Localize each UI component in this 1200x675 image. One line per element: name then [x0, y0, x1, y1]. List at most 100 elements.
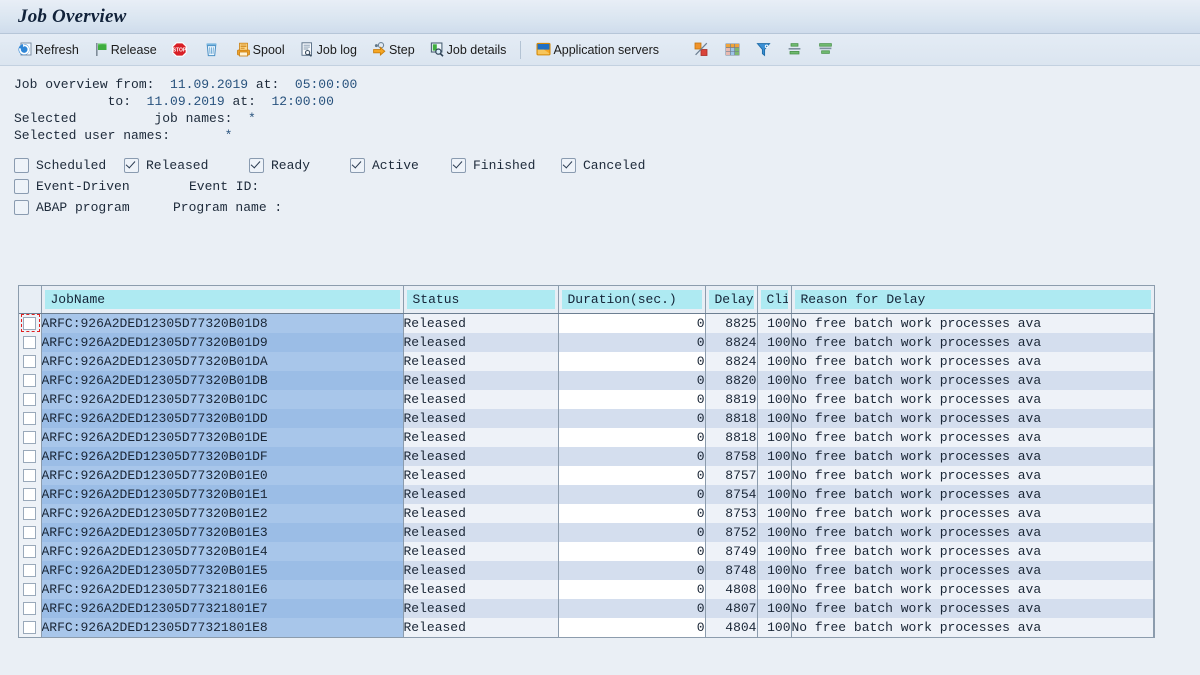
- row-checkbox[interactable]: [23, 526, 36, 539]
- row-checkbox[interactable]: [23, 507, 36, 520]
- filter-scheduled[interactable]: Scheduled: [14, 156, 124, 175]
- checkbox-active[interactable]: [350, 158, 365, 173]
- row-checkbox[interactable]: [23, 621, 36, 634]
- table-header-row: JobName Status Duration(sec.) Delay Cli …: [19, 286, 1154, 314]
- row-checkbox[interactable]: [23, 564, 36, 577]
- column-header-duration[interactable]: Duration(sec.): [558, 286, 705, 314]
- table-row[interactable]: ARFC:926A2DED12305D77321801E8Released048…: [19, 618, 1154, 637]
- table-row[interactable]: ARFC:926A2DED12305D77321801E7Released048…: [19, 599, 1154, 618]
- row-checkbox[interactable]: [23, 393, 36, 406]
- table-row[interactable]: ARFC:926A2DED12305D77320B01DEReleased088…: [19, 428, 1154, 447]
- spool-button[interactable]: Spool: [228, 36, 292, 64]
- row-select-cell[interactable]: [19, 371, 41, 390]
- row-select-cell[interactable]: [19, 580, 41, 599]
- row-checkbox[interactable]: [23, 545, 36, 558]
- column-header-reason[interactable]: Reason for Delay: [791, 286, 1154, 314]
- table-row[interactable]: ARFC:926A2DED12305D77320B01E3Released087…: [19, 523, 1154, 542]
- row-select-cell[interactable]: [19, 618, 41, 637]
- row-select-cell[interactable]: [19, 447, 41, 466]
- row-checkbox[interactable]: [23, 317, 36, 330]
- row-checkbox[interactable]: [23, 488, 36, 501]
- filter-released[interactable]: Released: [124, 156, 249, 175]
- row-checkbox[interactable]: [23, 450, 36, 463]
- table-row[interactable]: ARFC:926A2DED12305D77320B01DFReleased087…: [19, 447, 1154, 466]
- job-details-button[interactable]: Job details: [422, 36, 514, 64]
- table-row[interactable]: ARFC:926A2DED12305D77320B01DBReleased088…: [19, 371, 1154, 390]
- release-button[interactable]: Release: [86, 36, 164, 64]
- checkbox-event-driven[interactable]: [14, 179, 29, 194]
- row-checkbox[interactable]: [23, 469, 36, 482]
- column-header-duration-label: Duration(sec.): [562, 290, 702, 309]
- row-select-cell[interactable]: [19, 428, 41, 447]
- row-select-cell[interactable]: [19, 599, 41, 618]
- row-checkbox[interactable]: [23, 355, 36, 368]
- table-row[interactable]: ARFC:926A2DED12305D77320B01E5Released087…: [19, 561, 1154, 580]
- delete-button[interactable]: [196, 36, 228, 64]
- row-select-cell[interactable]: [19, 466, 41, 485]
- filter-event-driven[interactable]: Event-Driven: [14, 177, 189, 196]
- row-checkbox[interactable]: [23, 336, 36, 349]
- table-row[interactable]: ARFC:926A2DED12305D77320B01DCReleased088…: [19, 390, 1154, 409]
- selected-job-names-label: Selected job names:: [14, 111, 232, 126]
- table-row[interactable]: ARFC:926A2DED12305D77321801E6Released048…: [19, 580, 1154, 599]
- checkbox-released[interactable]: [124, 158, 139, 173]
- checkbox-canceled[interactable]: [561, 158, 576, 173]
- row-select-cell[interactable]: [19, 504, 41, 523]
- row-select-cell[interactable]: [19, 409, 41, 428]
- table-row[interactable]: ARFC:926A2DED12305D77320B01E4Released087…: [19, 542, 1154, 561]
- refresh-button[interactable]: Refresh: [10, 36, 86, 64]
- table-row[interactable]: ARFC:926A2DED12305D77320B01E1Released087…: [19, 485, 1154, 504]
- checkbox-ready[interactable]: [249, 158, 264, 173]
- row-checkbox[interactable]: [23, 583, 36, 596]
- toolbar-separator-2: [673, 41, 679, 59]
- job-overview-info: Job overview from: 11.09.2019 at: 05:00:…: [0, 66, 1200, 144]
- cell-duration: 0: [558, 618, 705, 637]
- row-select-cell[interactable]: [19, 352, 41, 371]
- step-button[interactable]: Step: [364, 36, 422, 64]
- row-select-cell[interactable]: [19, 523, 41, 542]
- row-select-cell[interactable]: [19, 333, 41, 352]
- filter-canceled[interactable]: Canceled: [561, 156, 645, 175]
- filter-button[interactable]: [748, 36, 779, 64]
- row-checkbox[interactable]: [23, 412, 36, 425]
- layout-grid-button[interactable]: [717, 36, 748, 64]
- table-row[interactable]: ARFC:926A2DED12305D77320B01DAReleased088…: [19, 352, 1154, 371]
- checkbox-finished[interactable]: [451, 158, 466, 173]
- row-select-cell[interactable]: [19, 390, 41, 409]
- column-header-select-all[interactable]: [19, 286, 41, 314]
- filter-active[interactable]: Active: [350, 156, 451, 175]
- table-row[interactable]: ARFC:926A2DED12305D77320B01E2Released087…: [19, 504, 1154, 523]
- row-checkbox[interactable]: [23, 602, 36, 615]
- column-header-status[interactable]: Status: [403, 286, 558, 314]
- application-servers-button[interactable]: Application servers: [528, 36, 666, 64]
- cell-jobname: ARFC:926A2DED12305D77320B01DA: [41, 352, 403, 371]
- cell-reason: No free batch work processes ava: [791, 523, 1154, 542]
- table-row[interactable]: ARFC:926A2DED12305D77320B01D9Released088…: [19, 333, 1154, 352]
- filter-abap-program[interactable]: ABAP program: [14, 198, 173, 217]
- column-header-cli[interactable]: Cli: [757, 286, 791, 314]
- row-select-cell[interactable]: [19, 314, 41, 334]
- row-select-cell[interactable]: [19, 485, 41, 504]
- cut-selection-button[interactable]: [686, 36, 717, 64]
- filter-finished[interactable]: Finished: [451, 156, 561, 175]
- column-header-jobname[interactable]: JobName: [41, 286, 403, 314]
- table-row[interactable]: ARFC:926A2DED12305D77320B01DDReleased088…: [19, 409, 1154, 428]
- job-log-button[interactable]: Job log: [292, 36, 364, 64]
- filter-ready[interactable]: Ready: [249, 156, 350, 175]
- cell-jobname: ARFC:926A2DED12305D77321801E6: [41, 580, 403, 599]
- row-checkbox[interactable]: [23, 431, 36, 444]
- page-title: Job Overview: [18, 6, 126, 28]
- sort-ascending-button[interactable]: [779, 36, 810, 64]
- checkbox-abap-program[interactable]: [14, 200, 29, 215]
- row-checkbox[interactable]: [23, 374, 36, 387]
- row-select-cell[interactable]: [19, 542, 41, 561]
- stop-button[interactable]: STOP: [164, 36, 196, 64]
- cell-reason: No free batch work processes ava: [791, 333, 1154, 352]
- table-row[interactable]: ARFC:926A2DED12305D77320B01E0Released087…: [19, 466, 1154, 485]
- checkbox-scheduled[interactable]: [14, 158, 29, 173]
- table-row[interactable]: ARFC:926A2DED12305D77320B01D8Released088…: [19, 314, 1154, 334]
- sort-descending-button[interactable]: [810, 36, 841, 64]
- column-header-delay[interactable]: Delay: [705, 286, 757, 314]
- row-select-cell[interactable]: [19, 561, 41, 580]
- column-header-jobname-label: JobName: [45, 290, 400, 309]
